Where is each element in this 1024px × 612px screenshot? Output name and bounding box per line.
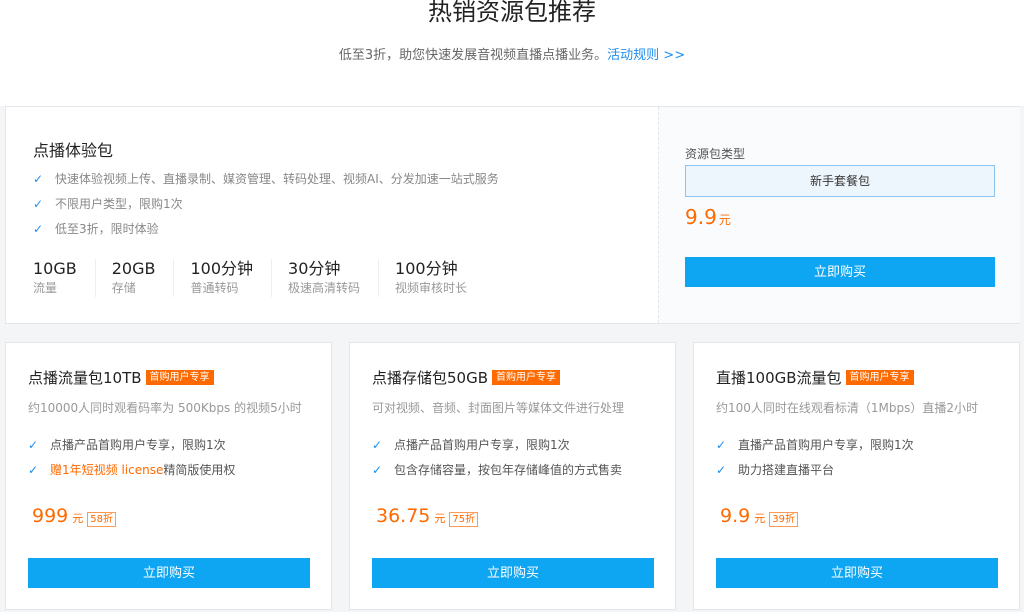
stat-value: 100分钟 xyxy=(190,259,254,278)
page-subtitle: 低至3折，助您快速发展音视频直播点播业务。活动规则 >> xyxy=(0,44,1024,63)
price-value: 36.75 xyxy=(376,505,431,527)
first-purchase-badge: 首购用户专享 xyxy=(145,370,214,385)
feature-text: 直播产品首购用户专享，限购1次 xyxy=(738,438,914,452)
stat-value: 20GB xyxy=(111,259,156,278)
feature-text: 精简版使用权 xyxy=(163,463,236,477)
package-type-label: 资源包类型 xyxy=(685,147,746,161)
feature-item: ✓ 赠1年短视频 license 精简版使用权 xyxy=(28,458,235,483)
stat-label: 普通转码 xyxy=(190,281,239,295)
discount-badge: 58折 xyxy=(87,512,116,527)
feature-highlight: 赠1年短视频 license xyxy=(50,463,164,477)
trial-purchase-panel: 资源包类型 新手套餐包 9.9 元 立即购买 xyxy=(658,107,1020,323)
trial-package-title: 点播体验包 xyxy=(33,141,114,160)
stat-value: 10GB xyxy=(33,259,77,278)
package-type-option[interactable]: 新手套餐包 xyxy=(685,165,995,197)
trial-feature-list: ✓ 快速体验视频上传、直播录制、媒资管理、转码处理、视频AI、分发加速一站式服务 … xyxy=(33,167,499,242)
discount-badge: 75折 xyxy=(449,512,479,527)
price-value: 9.9 xyxy=(720,505,751,527)
feature-text: 不限用户类型，限购1次 xyxy=(55,197,183,211)
buy-button[interactable]: 立即购买 xyxy=(28,558,310,588)
buy-button[interactable]: 立即购买 xyxy=(372,558,654,588)
check-icon: ✓ xyxy=(28,438,39,452)
feature-item: ✓ 点播产品首购用户专享，限购1次 xyxy=(372,433,622,458)
card-price: 9.9 元 39折 xyxy=(720,505,798,527)
card-price: 36.75 元 75折 xyxy=(376,505,479,527)
check-icon: ✓ xyxy=(33,222,44,236)
stat-item: 100分钟普通转码 xyxy=(190,259,273,297)
feature-item: ✓ 包含存储容量，按包年存储峰值的方式售卖 xyxy=(372,458,622,483)
card-title-text: 点播存储包50GB xyxy=(372,369,489,387)
card-title: 直播100GB流量包 首购用户专享 xyxy=(716,367,914,388)
trial-package-info: 点播体验包 ✓ 快速体验视频上传、直播录制、媒资管理、转码处理、视频AI、分发加速… xyxy=(6,107,658,323)
stat-value: 100分钟 xyxy=(395,259,458,278)
vod-storage-package-card: 点播存储包50GB 首购用户专享 可对视频、音频、封面图片等媒体文件进行处理 ✓ 点… xyxy=(349,342,676,610)
stat-label: 存储 xyxy=(111,281,136,295)
feature-item: ✓ 不限用户类型，限购1次 xyxy=(33,192,499,217)
feature-item: ✓ 助力搭建直播平台 xyxy=(716,458,914,483)
price-unit: 元 xyxy=(72,512,84,525)
feature-text: 快速体验视频上传、直播录制、媒资管理、转码处理、视频AI、分发加速一站式服务 xyxy=(55,172,499,186)
feature-text: 点播产品首购用户专享，限购1次 xyxy=(394,438,570,452)
card-title: 点播流量包10TB 首购用户专享 xyxy=(28,367,214,388)
discount-badge: 39折 xyxy=(769,512,798,527)
feature-text: 点播产品首购用户专享，限购1次 xyxy=(50,438,226,452)
card-title: 点播存储包50GB 首购用户专享 xyxy=(372,367,561,388)
price-value: 9.9 xyxy=(685,205,717,229)
price-unit: 元 xyxy=(754,512,766,525)
check-icon: ✓ xyxy=(372,438,383,452)
stat-item: 20GB 存储 xyxy=(112,259,175,297)
page-header: 热销资源包推荐 低至3折，助您快速发展音视频直播点播业务。活动规则 >> xyxy=(0,0,1024,106)
trial-stats: 10GB 流量 20GB 存储 100分钟普通转码 30分钟极速高清转码 100分钟… xyxy=(33,259,501,297)
stat-label: 流量 xyxy=(33,281,58,295)
feature-text: 低至3折，限时体验 xyxy=(55,222,159,236)
trial-buy-button[interactable]: 立即购买 xyxy=(685,257,995,287)
check-icon: ✓ xyxy=(716,463,727,477)
card-description: 可对视频、音频、封面图片等媒体文件进行处理 xyxy=(372,401,625,415)
first-purchase-badge: 首购用户专享 xyxy=(845,370,914,385)
card-description: 约100人同时在线观看标清（1Mbps）直播2小时 xyxy=(716,401,979,415)
feature-text: 包含存储容量，按包年存储峰值的方式售卖 xyxy=(394,463,623,477)
stat-label: 极速高清转码 xyxy=(288,281,361,295)
vod-traffic-package-card: 点播流量包10TB 首购用户专享 约10000人同时观看码率为 500Kbps 的… xyxy=(5,342,332,610)
feature-item: ✓ 快速体验视频上传、直播录制、媒资管理、转码处理、视频AI、分发加速一站式服务 xyxy=(33,167,499,192)
buy-button[interactable]: 立即购买 xyxy=(716,558,998,588)
check-icon: ✓ xyxy=(372,463,383,477)
feature-text: 助力搭建直播平台 xyxy=(738,463,835,477)
stat-label: 视频审核时长 xyxy=(395,281,468,295)
card-feature-list: ✓ 直播产品首购用户专享，限购1次 ✓ 助力搭建直播平台 xyxy=(716,433,914,483)
stat-item: 100分钟视频审核时长 xyxy=(395,259,485,297)
price-value: 999 xyxy=(32,505,69,527)
page-title: 热销资源包推荐 xyxy=(428,0,596,26)
check-icon: ✓ xyxy=(33,172,44,186)
price-unit: 元 xyxy=(434,512,446,525)
stat-value: 30分钟 xyxy=(288,259,341,278)
check-icon: ✓ xyxy=(33,197,44,211)
trial-package-card: 点播体验包 ✓ 快速体验视频上传、直播录制、媒资管理、转码处理、视频AI、分发加速… xyxy=(5,106,1020,324)
live-traffic-package-card: 直播100GB流量包 首购用户专享 约100人同时在线观看标清（1Mbps）直播2… xyxy=(693,342,1020,610)
card-title-text: 直播100GB流量包 xyxy=(716,369,842,387)
trial-price: 9.9 元 xyxy=(685,205,731,229)
stat-item: 30分钟极速高清转码 xyxy=(288,259,380,297)
feature-item: ✓ 直播产品首购用户专享，限购1次 xyxy=(716,433,914,458)
feature-item: ✓ 点播产品首购用户专享，限购1次 xyxy=(28,433,235,458)
price-unit: 元 xyxy=(718,213,731,227)
check-icon: ✓ xyxy=(716,438,727,452)
card-description: 约10000人同时观看码率为 500Kbps 的视频5小时 xyxy=(28,401,302,415)
subtitle-text: 低至3折，助您快速发展音视频直播点播业务。 xyxy=(338,48,608,63)
card-feature-list: ✓ 点播产品首购用户专享，限购1次 ✓ 包含存储容量，按包年存储峰值的方式售卖 xyxy=(372,433,622,483)
card-price: 999 元 58折 xyxy=(32,505,116,527)
check-icon: ✓ xyxy=(28,463,39,477)
activity-rules-link[interactable]: 活动规则 >> xyxy=(607,48,685,63)
stat-item: 10GB 流量 xyxy=(33,259,96,297)
card-feature-list: ✓ 点播产品首购用户专享，限购1次 ✓ 赠1年短视频 license 精简版使用权 xyxy=(28,433,235,483)
first-purchase-badge: 首购用户专享 xyxy=(492,370,561,385)
feature-item: ✓ 低至3折，限时体验 xyxy=(33,217,499,242)
card-title-text: 点播流量包10TB xyxy=(28,369,142,387)
